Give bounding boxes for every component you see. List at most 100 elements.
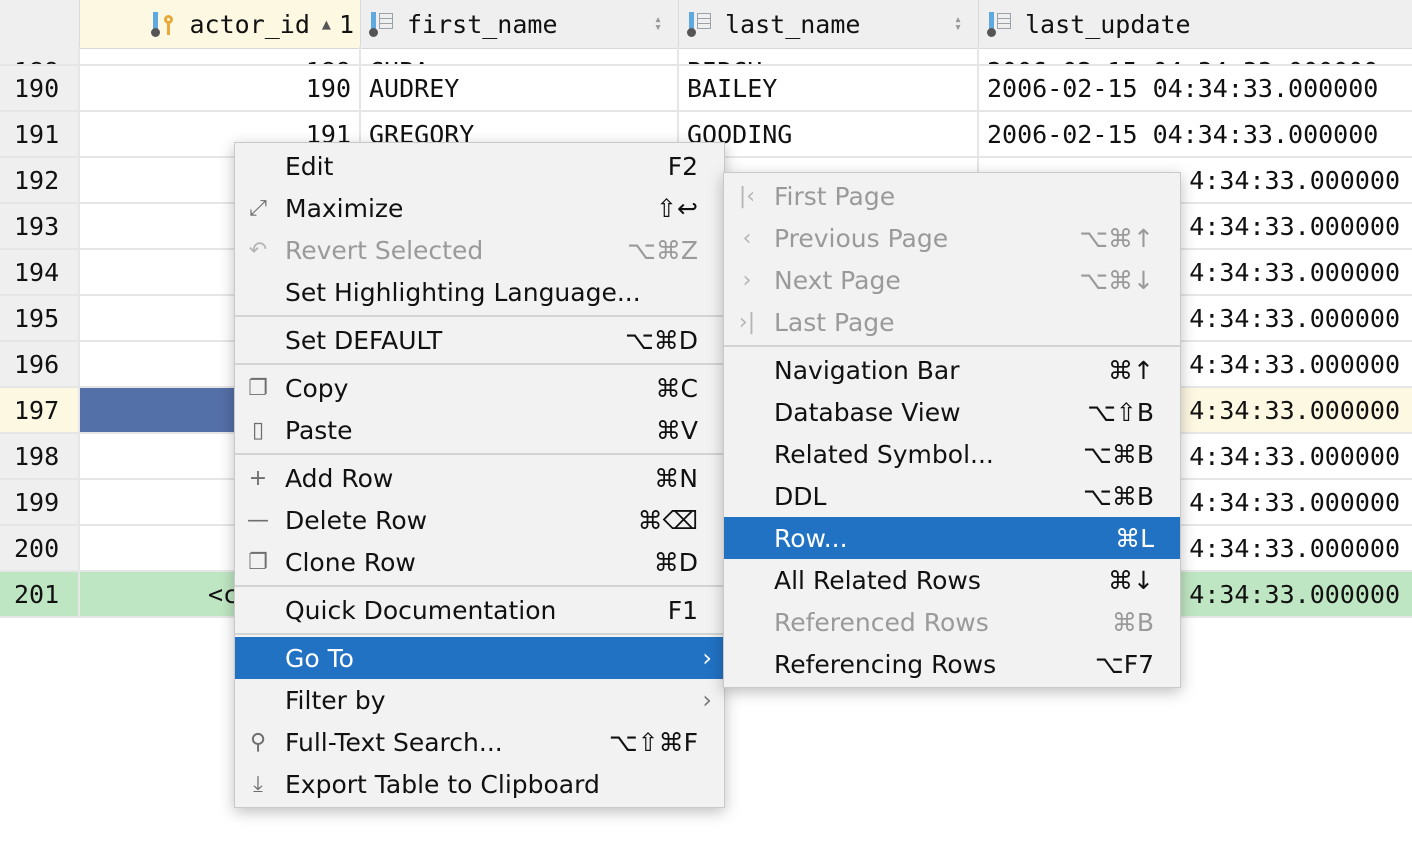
shortcut: ⌘N	[654, 463, 698, 493]
menu-separator	[235, 585, 724, 587]
submenu-item-database-view[interactable]: Database View ⌥⇧B	[724, 391, 1180, 433]
shortcut: ⌘D	[653, 547, 698, 577]
menu-item-set-default[interactable]: Set DEFAULT ⌥⌘D	[235, 319, 724, 361]
cell-first-name[interactable]: CUBA	[361, 46, 679, 64]
menu-item-label: Export Table to Clipboard	[285, 769, 600, 799]
menu-item-label: Set Highlighting Language...	[285, 277, 641, 307]
menu-item-revert-selected[interactable]: ↶ Revert Selected ⌥⌘Z	[235, 229, 724, 271]
menu-item-filter-by[interactable]: Filter by ›	[235, 679, 724, 721]
submenu-item-first-page[interactable]: |‹ First Page	[724, 175, 1180, 217]
menu-item-label: Clone Row	[285, 547, 416, 577]
chevron-right-icon: ›	[702, 644, 712, 672]
shortcut: ⌥⌘↑	[1079, 223, 1154, 253]
submenu-item-row[interactable]: Row... ⌘L	[724, 517, 1180, 559]
menu-item-export-table-to-clipboard[interactable]: ⤓ Export Table to Clipboard	[235, 763, 724, 805]
row-number: 195	[0, 296, 80, 340]
submenu-item-last-page[interactable]: ›| Last Page	[724, 301, 1180, 343]
cell-actor-id[interactable]: 190	[80, 66, 361, 110]
menu-item-label: Delete Row	[285, 505, 428, 535]
menu-item-full-text-search[interactable]: ⚲ Full-Text Search... ⌥⇧⌘F	[235, 721, 724, 763]
submenu-item-next-page[interactable]: › Next Page ⌥⌘↓	[724, 259, 1180, 301]
shortcut: ⌘C	[655, 373, 698, 403]
menu-separator	[235, 453, 724, 455]
copy-icon: ❐	[248, 375, 268, 401]
menu-item-go-to[interactable]: Go To ›	[235, 637, 724, 679]
search-icon: ⚲	[249, 729, 267, 755]
cell-last-update[interactable]: 2006-02-15 04:34:33.000000	[979, 66, 1412, 110]
table-header: actor_id ▲ 1 first_name ▴ ▾ last_name ▴ ▾ …	[0, 0, 1412, 49]
column-header-last-update[interactable]: last_update	[979, 0, 1412, 48]
row-number: 198	[0, 434, 80, 478]
submenu-item-previous-page[interactable]: ‹ Previous Page ⌥⌘↑	[724, 217, 1180, 259]
table-row[interactable]: 189 189 CUBA BIRCH 2006-02-15 04:34:33.0…	[0, 46, 1412, 66]
menu-item-clone-row[interactable]: ❐ Clone Row ⌘D	[235, 541, 724, 583]
cell-actor-id[interactable]: 189	[80, 46, 361, 64]
submenu-item-ddl[interactable]: DDL ⌥⌘B	[724, 475, 1180, 517]
menu-item-label: Navigation Bar	[774, 355, 960, 385]
menu-item-label: Copy	[285, 373, 349, 403]
previous-page-icon: ‹	[742, 225, 752, 251]
menu-item-quick-documentation[interactable]: Quick Documentation F1	[235, 589, 724, 631]
shortcut: ⌥⇧⌘F	[608, 727, 698, 757]
shortcut: ⌘↑	[1108, 355, 1154, 385]
shortcut: ⌘↓	[1108, 565, 1154, 595]
menu-item-delete-row[interactable]: — Delete Row ⌘⌫	[235, 499, 724, 541]
cell-last-name[interactable]: BIRCH	[679, 46, 979, 64]
submenu-item-referenced-rows[interactable]: Referenced Rows ⌘B	[724, 601, 1180, 643]
row-number: 196	[0, 342, 80, 386]
row-number: 199	[0, 480, 80, 524]
submenu-item-all-related-rows[interactable]: All Related Rows ⌘↓	[724, 559, 1180, 601]
shortcut: ⇧↩	[656, 193, 698, 223]
menu-item-label: Quick Documentation	[285, 595, 557, 625]
goto-submenu: |‹ First Page ‹ Previous Page ⌥⌘↑ › Next Page ⌥…	[723, 172, 1181, 688]
shortcut: ⌥F7	[1094, 649, 1154, 679]
sort-toggle-icon[interactable]: ▴ ▾	[654, 13, 662, 34]
sort-order: 1	[338, 9, 354, 39]
menu-item-label: Row...	[774, 523, 848, 553]
menu-item-label: Go To	[285, 643, 354, 673]
menu-item-label: Next Page	[774, 265, 901, 295]
menu-item-label: Maximize	[285, 193, 404, 223]
row-number: 193	[0, 204, 80, 248]
menu-item-label: Edit	[285, 151, 334, 181]
menu-item-label: DDL	[774, 481, 827, 511]
shortcut: ⌥⌘B	[1083, 439, 1154, 469]
menu-item-label: Set DEFAULT	[285, 325, 443, 355]
menu-item-label: Previous Page	[774, 223, 949, 253]
row-number-header	[0, 0, 80, 48]
menu-item-label: Full-Text Search...	[285, 727, 503, 757]
cell-last-update[interactable]: 2006-02-15 04:34:33.000000	[979, 112, 1412, 156]
menu-item-label: Paste	[285, 415, 353, 445]
menu-item-label: Related Symbol...	[774, 439, 994, 469]
row-number: 192	[0, 158, 80, 202]
menu-item-paste[interactable]: ▯ Paste ⌘V	[235, 409, 724, 451]
column-header-last-name[interactable]: last_name ▴ ▾	[679, 0, 979, 48]
submenu-item-referencing-rows[interactable]: Referencing Rows ⌥F7	[724, 643, 1180, 685]
sort-toggle-icon[interactable]: ▴ ▾	[954, 13, 962, 34]
menu-item-edit[interactable]: Edit F2	[235, 145, 724, 187]
table-row[interactable]: 190 190 AUDREY BAILEY 2006-02-15 04:34:33.00…	[0, 66, 1412, 112]
menu-item-label: Referenced Rows	[774, 607, 989, 637]
cell-first-name[interactable]: AUDREY	[361, 66, 679, 110]
column-name: actor_id	[189, 9, 310, 39]
menu-item-label: All Related Rows	[774, 565, 981, 595]
menu-item-add-row[interactable]: + Add Row ⌘N	[235, 457, 724, 499]
next-page-icon: ›	[742, 267, 752, 293]
cell-last-update[interactable]: 2006-02-15 04:34:33.000000	[979, 46, 1412, 64]
column-header-first-name[interactable]: first_name ▴ ▾	[361, 0, 679, 48]
submenu-item-navigation-bar[interactable]: Navigation Bar ⌘↑	[724, 349, 1180, 391]
column-name: last_update	[1025, 9, 1191, 39]
row-number: 201	[0, 572, 80, 616]
chevron-right-icon: ›	[702, 686, 712, 714]
shortcut: ⌘⌫	[637, 505, 698, 535]
menu-separator	[235, 315, 724, 317]
row-number: 200	[0, 526, 80, 570]
menu-item-maximize[interactable]: ⤢ Maximize ⇧↩	[235, 187, 724, 229]
submenu-item-related-symbol[interactable]: Related Symbol... ⌥⌘B	[724, 433, 1180, 475]
menu-separator	[724, 345, 1180, 347]
column-header-actor-id[interactable]: actor_id ▲ 1	[80, 0, 361, 48]
menu-item-set-highlighting-language[interactable]: Set Highlighting Language...	[235, 271, 724, 313]
cell-last-name[interactable]: BAILEY	[679, 66, 979, 110]
row-number: 190	[0, 66, 80, 110]
menu-item-copy[interactable]: ❐ Copy ⌘C	[235, 367, 724, 409]
